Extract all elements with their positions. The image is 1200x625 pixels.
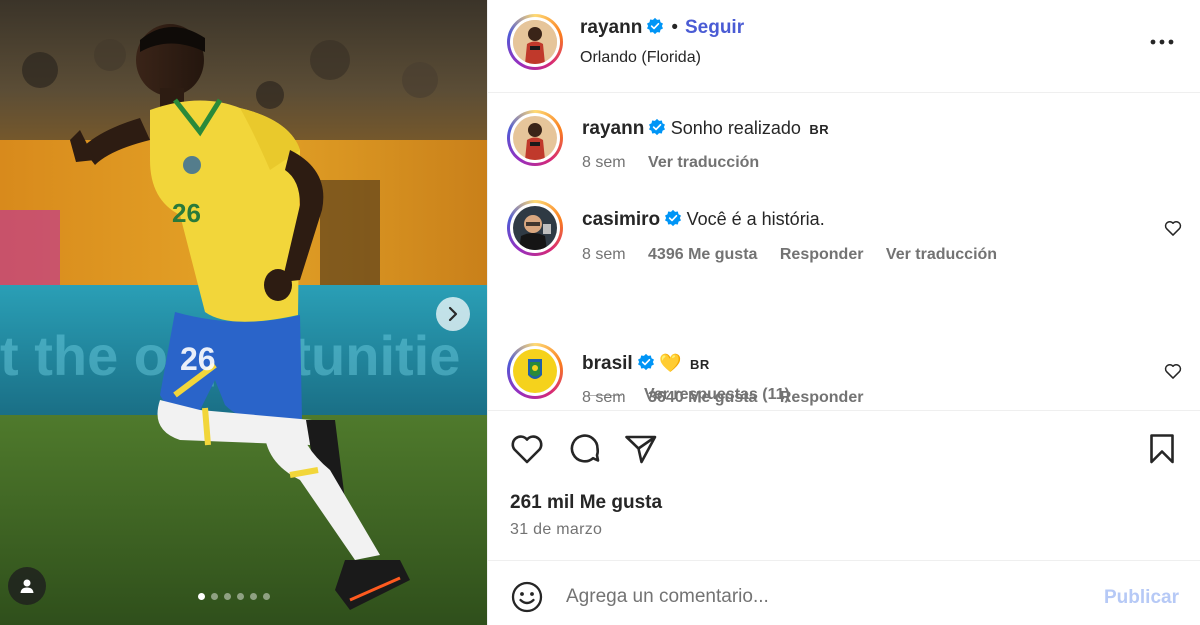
header-separator: • [671,17,678,38]
add-comment-input[interactable] [566,581,1086,613]
comment-username[interactable]: casimiro [582,209,660,230]
verified-badge-icon [649,118,666,136]
author-avatar[interactable] [507,14,563,70]
comment-composer: Publicar [488,560,1200,625]
instagram-post-modal: t the opportunitie 26 [0,0,1200,625]
carousel-dot [211,593,218,600]
comment-avatar[interactable] [507,110,563,166]
comment-text: Sonho realizado [670,118,801,138]
comment-meta: 8 sem 3640 Me gusta Responder [582,389,881,407]
more-horizontal-icon [1150,39,1174,45]
post-actions: 261 mil Me gusta 31 de marzo [488,410,1200,560]
post-location[interactable]: Orlando (Florida) [580,49,701,67]
svg-text:26: 26 [172,198,201,228]
follow-button[interactable]: Seguir [685,17,744,38]
emoji-icon[interactable] [510,580,544,614]
comment-meta: 8 sem 4396 Me gusta Responder Ver traduc… [582,246,1015,264]
flag-br: BR [809,122,830,137]
carousel-dot [250,593,257,600]
send-icon[interactable] [623,431,659,467]
post-header: rayann • Seguir Orlando (Florida) [488,0,1200,93]
chevron-right-icon [448,306,458,322]
comment-username[interactable]: brasil [582,353,633,374]
comment-avatar[interactable] [507,200,563,256]
svg-text:26: 26 [180,341,216,377]
rayann-avatar-image [513,116,557,160]
comment-icon[interactable] [567,431,603,467]
like-comment-heart-icon[interactable] [1163,218,1183,238]
person-icon [20,579,34,593]
tagged-users-button[interactable] [8,567,46,605]
comment-text: Você é a história. [686,209,825,229]
verified-badge-icon [647,17,664,35]
comments-list[interactable]: rayann Sonho realizado BR 8 sem Ver trad… [488,93,1200,410]
comment-time[interactable]: 8 sem [582,154,626,171]
heart-icon[interactable] [509,431,545,467]
carousel-dot [237,593,244,600]
verified-badge-icon [637,353,654,371]
publish-button[interactable]: Publicar [1104,587,1179,609]
reply-button[interactable]: Responder [780,389,864,406]
verified-badge-icon [665,209,682,227]
carousel-dot [263,593,270,600]
like-comment-heart-icon[interactable] [1163,361,1183,381]
bookmark-icon[interactable] [1144,431,1180,467]
more-options-button[interactable] [1148,28,1176,56]
see-translation-button[interactable]: Ver traducción [886,246,997,263]
author-username[interactable]: rayann [580,17,642,38]
carousel-indicator [198,593,270,600]
comment-likes[interactable]: 4396 Me gusta [648,246,757,263]
rayann-avatar-image [513,20,557,64]
casimiro-avatar-image [513,206,557,250]
carousel-dot [224,593,231,600]
comment-time[interactable]: 8 sem [582,389,626,406]
comment-username[interactable]: rayann [582,118,644,139]
comment-likes[interactable]: 3640 Me gusta [648,389,757,406]
carousel-dot [198,593,205,600]
see-translation-button[interactable]: Ver traducción [648,154,759,171]
yellow-heart-emoji: 💛 [659,353,682,373]
comment-avatar[interactable] [507,343,563,399]
post-details-panel: rayann • Seguir Orlando (Florida) rayann… [487,0,1200,625]
post-photo: t the opportunitie 26 [0,0,487,625]
post-likes-count[interactable]: 261 mil Me gusta [510,492,662,514]
reply-button[interactable]: Responder [780,246,864,263]
comment-time[interactable]: 8 sem [582,246,626,263]
comment-meta: 8 sem Ver traducción [582,154,777,172]
flag-br: BR [690,357,710,372]
next-slide-button[interactable] [436,297,470,331]
post-date: 31 de marzo [510,521,603,538]
brasil-avatar-image [513,349,557,393]
post-media[interactable]: t the opportunitie 26 [0,0,487,625]
